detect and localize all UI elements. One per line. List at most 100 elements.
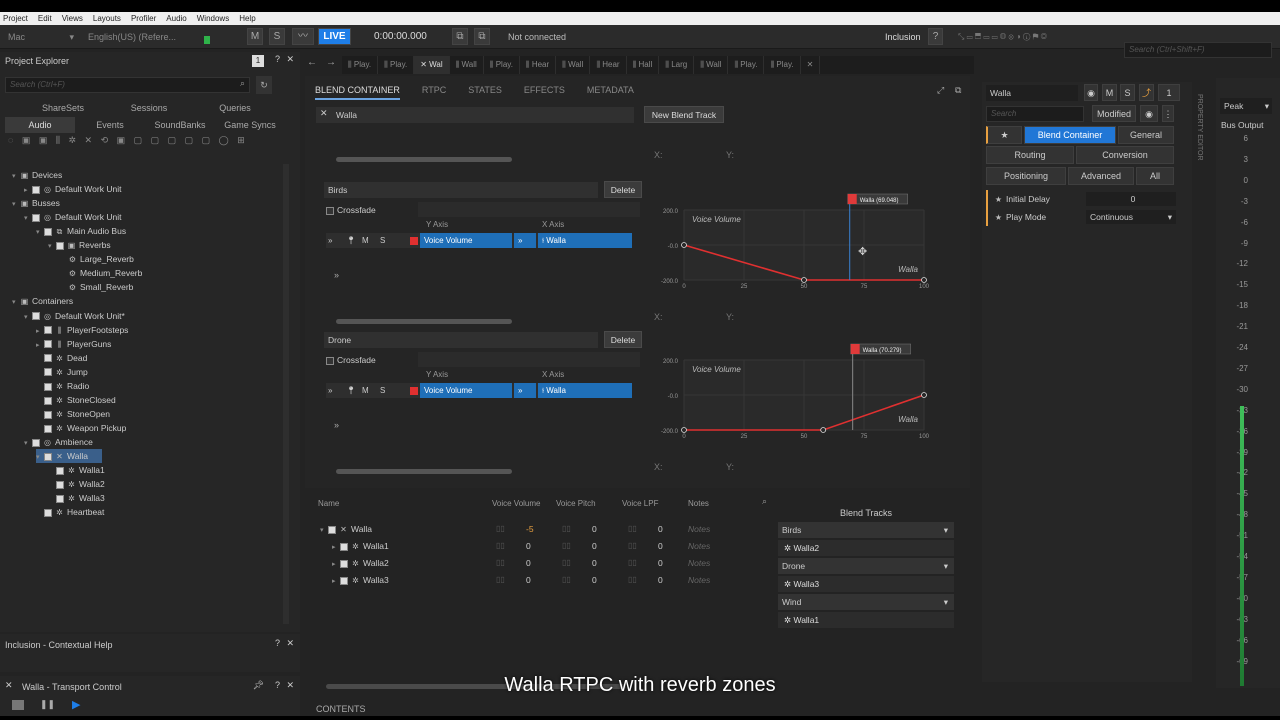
tree-item[interactable]: ⚙ Large_Reverb [60,252,134,266]
expand-icon[interactable]: » [514,383,536,398]
chevron-down-icon[interactable]: ▾ [48,240,56,254]
solo-button[interactable]: S [1120,84,1135,101]
tree-item[interactable]: ✲ Walla3 [48,491,105,505]
tree-item[interactable]: ▾ ▣ Reverbs [48,238,111,252]
checkbox-icon[interactable] [340,559,348,568]
h-scrollbar[interactable] [336,319,512,324]
table-row[interactable]: ▸ ✲ Walla2 [332,556,389,570]
solo-button[interactable]: S [269,28,285,45]
chevron-down-icon[interactable]: ▾ [36,226,44,240]
tree-item[interactable]: ✲ Walla1 [48,463,105,477]
chevron-down-icon[interactable]: ▾ [944,558,948,574]
tab-positioning[interactable]: Positioning [986,167,1066,185]
slider-value-pitch[interactable]: 0 [592,522,597,536]
blend-track-name[interactable]: Birds [324,182,598,198]
document-tab[interactable]: ⫼ Larg [659,56,695,74]
checkbox-icon[interactable] [44,227,52,236]
checkbox-icon[interactable] [44,424,52,433]
slider-value-vol[interactable]: -5 [526,522,534,536]
checkbox-icon[interactable] [44,508,52,517]
blend-group-item[interactable]: ✲ Walla1 [778,612,954,628]
h-scrollbar[interactable] [336,469,512,474]
slider-value-lpf[interactable]: 0 [658,556,663,570]
document-tab[interactable]: ⫼ Wall [556,56,591,74]
explorer-tool-icons[interactable]: ◌ ▣ ▣ ⫼ ✲ ✕ ⟲ ▣ ▢ ▢ ▢ ▢ ▢ ◯ ⊞ [8,135,248,146]
document-tab[interactable]: ⫼ Play. [342,56,379,74]
expand-icon[interactable]: » [328,233,332,248]
mute-button[interactable]: M [1102,84,1117,101]
tree-item[interactable]: ▸ ⫼ PlayerGuns [36,337,111,351]
notes-cell[interactable]: Notes [688,539,710,553]
crossfade-checkbox[interactable]: Crossfade [326,353,376,367]
favorite-icon[interactable]: ★ [986,126,1022,144]
checkbox-icon[interactable] [32,438,40,447]
delete-track-button[interactable]: Delete [604,331,642,348]
checkbox-icon[interactable] [44,368,52,377]
mute-button[interactable]: M [362,233,369,248]
checkbox-icon[interactable] [44,354,52,363]
chevron-down-icon[interactable]: ▾ [24,311,32,325]
slider-grip-icon[interactable]: ▯▯ [496,541,505,550]
tab-advanced[interactable]: Advanced [1068,167,1134,185]
checkbox-icon[interactable] [326,356,334,365]
chevron-down-icon[interactable]: ▾ [944,522,948,538]
tree-item[interactable]: ✲ Heartbeat [36,505,104,519]
checkbox-icon[interactable] [340,542,348,551]
document-tab[interactable]: ✕ Wal [414,56,450,74]
tree-item[interactable]: ▾ ◎ Default Work Unit [24,210,121,224]
connect-icon[interactable]: ⧉ [474,28,490,45]
explorer-search-input[interactable]: Search (Ctrl+F) [5,77,250,93]
graph-icon[interactable]: 〰 [292,28,314,45]
slider-value-vol[interactable]: 0 [526,556,531,570]
eye-icon[interactable]: ◉ [1140,105,1158,122]
tree-item[interactable]: ▸ ◎ Default Work Unit [24,182,121,196]
game-parameter[interactable]: ⫮ Walla [538,383,632,398]
nav-forward-icon[interactable]: → [326,57,336,68]
tab-rtpc[interactable]: RTPC [422,80,446,100]
menu-help[interactable]: Help [239,12,255,25]
document-tab[interactable]: ⫼ Play. [764,56,801,74]
slider-grip-icon[interactable]: ▯▯ [628,541,637,550]
checkbox-icon[interactable] [56,494,64,503]
expand-icon[interactable]: » [334,270,339,280]
refresh-icon[interactable]: ↻ [256,76,272,94]
table-row[interactable]: ▸ ✲ Walla3 [332,573,389,587]
document-tab[interactable]: ⫼ Hear [590,56,627,74]
menu-profiler[interactable]: Profiler [131,12,156,25]
menu-edit[interactable]: Edit [38,12,52,25]
platform-select[interactable]: Mac ▾ [8,28,74,46]
more-icon[interactable]: ⋮ [1162,105,1174,122]
checkbox-icon[interactable] [44,340,52,349]
slider-grip-icon[interactable]: ▯▯ [496,558,505,567]
menu-views[interactable]: Views [62,12,83,25]
document-tab[interactable]: ⫼ Wall [450,56,484,74]
tree-scrollbar[interactable] [283,164,289,624]
tree-item[interactable]: ⚙ Medium_Reverb [60,266,142,280]
checkbox-icon[interactable] [32,213,40,222]
col-voice-pitch[interactable]: Voice Pitch [556,498,596,510]
slider-grip-icon[interactable]: ▯▯ [628,524,637,533]
initial-delay-field[interactable]: 0 [1086,192,1176,206]
tree-item[interactable]: ▾ ▣ Busses [12,196,60,210]
chevron-down-icon[interactable]: ▾ [12,198,20,212]
close-icon[interactable]: ✕ [286,54,294,65]
expand-icon[interactable]: » [334,420,339,430]
chevron-right-icon[interactable]: ▸ [332,558,340,572]
h-scrollbar[interactable] [336,157,512,162]
notes-cell[interactable]: Notes [688,522,710,536]
search-icon[interactable]: ⌕ [762,496,767,507]
menu-windows[interactable]: Windows [197,12,229,25]
blend-track-name[interactable]: Drone [324,332,598,348]
tab-general[interactable]: General [1118,126,1174,144]
delete-track-button[interactable]: Delete [604,181,642,198]
col-voice-lpf[interactable]: Voice LPF [622,498,658,510]
slider-grip-icon[interactable]: ▯▯ [628,558,637,567]
mute-button[interactable]: M [362,383,369,398]
tab-blend-container-props[interactable]: Blend Container [1024,126,1116,144]
pause-icon[interactable]: ❚❚ [40,699,55,710]
checkbox-icon[interactable] [44,326,52,335]
slider-grip-icon[interactable]: ▯▯ [562,541,571,550]
slider-value-pitch[interactable]: 0 [592,573,597,587]
crossfade-checkbox[interactable]: Crossfade [326,203,376,217]
expand-icon[interactable]: » [328,383,332,398]
